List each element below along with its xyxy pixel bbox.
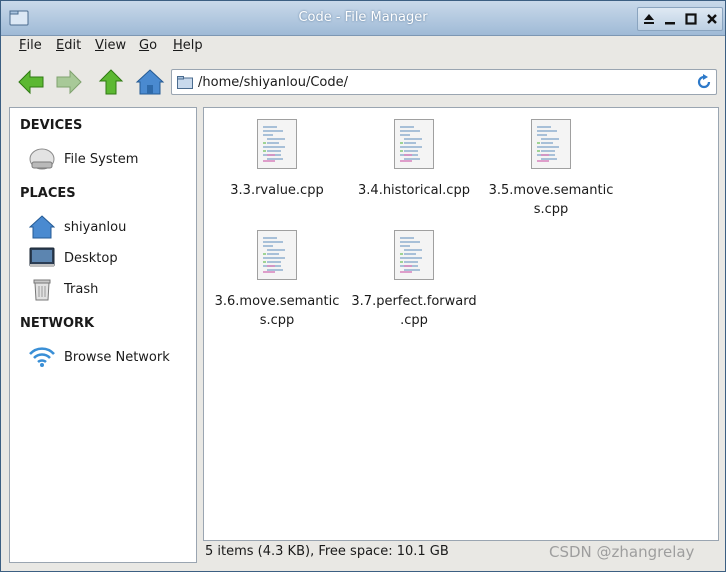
drive-icon <box>28 146 56 172</box>
desktop-icon <box>28 245 56 271</box>
sidebar-item-label: Browse Network <box>64 349 170 365</box>
sidebar-item-label: Trash <box>64 281 99 297</box>
file-name: 3.6.move.semantic s.cpp <box>209 292 345 330</box>
window-title: Code - File Manager <box>298 10 428 25</box>
title-bar[interactable]: Code - File Manager <box>1 1 725 36</box>
file-name: 3.5.move.semantic s.cpp <box>483 181 619 219</box>
location-bar[interactable] <box>171 69 717 95</box>
menu-label: dit <box>64 38 82 53</box>
window-controls <box>637 7 723 31</box>
forward-arrow-icon <box>56 69 82 95</box>
sidebar-item-label: File System <box>64 151 139 167</box>
file-item[interactable]: 3.6.move.semantic s.cpp <box>209 230 345 330</box>
eject-icon <box>643 14 654 24</box>
menu-label: ile <box>26 38 42 53</box>
cpp-file-icon <box>531 119 571 169</box>
maximize-button[interactable] <box>683 11 699 27</box>
back-arrow-icon <box>18 69 44 95</box>
wifi-icon <box>28 344 56 370</box>
menu-mnemonic: F <box>19 38 27 53</box>
cpp-file-icon <box>257 230 297 280</box>
sidebar-item-desktop[interactable]: Desktop <box>28 245 188 271</box>
places-header: PLACES <box>20 186 76 201</box>
sidebar-item-trash[interactable]: Trash <box>28 276 188 302</box>
file-item[interactable]: 3.4.historical.cpp <box>346 119 482 200</box>
menu-label: iew <box>103 38 127 53</box>
file-name-line1: 3.5.move.semantic <box>488 183 614 198</box>
watermark: CSDN @zhangrelay <box>549 543 695 561</box>
file-item[interactable]: 3.7.perfect.forward .cpp <box>346 230 482 330</box>
menu-mnemonic: G <box>139 38 150 53</box>
sidebar-item-label: shiyanlou <box>64 219 127 235</box>
devices-header: DEVICES <box>20 118 83 133</box>
file-item[interactable]: 3.3.rvalue.cpp <box>209 119 345 200</box>
file-name-line2: s.cpp <box>259 313 295 328</box>
menu-file[interactable]: File <box>19 38 42 53</box>
file-name: 3.7.perfect.forward .cpp <box>346 292 482 330</box>
close-button[interactable] <box>704 11 720 27</box>
cpp-file-icon <box>394 230 434 280</box>
forward-button[interactable] <box>55 68 83 96</box>
menu-mnemonic: V <box>95 38 104 53</box>
file-name-line1: 3.4.historical.cpp <box>358 183 470 198</box>
home-button[interactable] <box>135 68 165 96</box>
back-button[interactable] <box>17 68 45 96</box>
close-icon <box>706 14 717 24</box>
menu-label: o <box>149 38 158 53</box>
side-pane: DEVICES File System PLACES shiyanlou Des… <box>9 107 197 563</box>
folder-icon <box>177 76 193 89</box>
menu-mnemonic: E <box>56 38 65 53</box>
maximize-icon <box>684 13 697 25</box>
file-view: 3.3.rvalue.cpp 3.4.historical.cpp 3.5.mo… <box>203 107 719 541</box>
trash-icon <box>28 276 56 302</box>
sidebar-item-shiyanlou[interactable]: shiyanlou <box>28 214 188 240</box>
file-name-line2: .cpp <box>400 313 428 328</box>
file-name-line1: 3.7.perfect.forward <box>351 294 477 309</box>
menu-edit[interactable]: Edit <box>56 38 81 53</box>
menu-help[interactable]: Help <box>173 38 203 53</box>
sidebar-item-file-system[interactable]: File System <box>28 146 188 172</box>
file-name-line1: 3.6.move.semantic <box>214 294 340 309</box>
cpp-file-icon <box>394 119 434 169</box>
file-name-line1: 3.3.rvalue.cpp <box>230 183 324 198</box>
up-button[interactable] <box>97 68 125 96</box>
file-name: 3.4.historical.cpp <box>346 181 482 200</box>
cpp-file-icon <box>257 119 297 169</box>
home-icon <box>135 69 165 95</box>
file-item[interactable]: 3.5.move.semantic s.cpp <box>483 119 619 219</box>
sidebar-item-browse-network[interactable]: Browse Network <box>28 344 188 370</box>
shade-button[interactable] <box>641 11 657 27</box>
status-bar-text: 5 items (4.3 KB), Free space: 10.1 GB <box>205 544 449 559</box>
sidebar-item-label: Desktop <box>64 250 118 266</box>
network-header: NETWORK <box>20 316 95 331</box>
menu-bar: File Edit View Go Help <box>1 36 725 60</box>
menu-view[interactable]: View <box>95 38 126 53</box>
up-arrow-icon <box>98 69 124 95</box>
menu-go[interactable]: Go <box>139 38 157 53</box>
file-name-line2: s.cpp <box>533 202 569 217</box>
file-name: 3.3.rvalue.cpp <box>209 181 345 200</box>
minimize-icon <box>664 22 675 25</box>
home-icon <box>28 214 56 240</box>
menu-mnemonic: H <box>173 38 183 53</box>
file-manager-window: Code - File Manager File Edit View Go He… <box>0 0 726 572</box>
menu-label: elp <box>182 38 203 53</box>
path-input[interactable] <box>198 72 688 92</box>
minimize-button[interactable] <box>662 11 678 27</box>
reload-icon[interactable] <box>696 74 712 90</box>
